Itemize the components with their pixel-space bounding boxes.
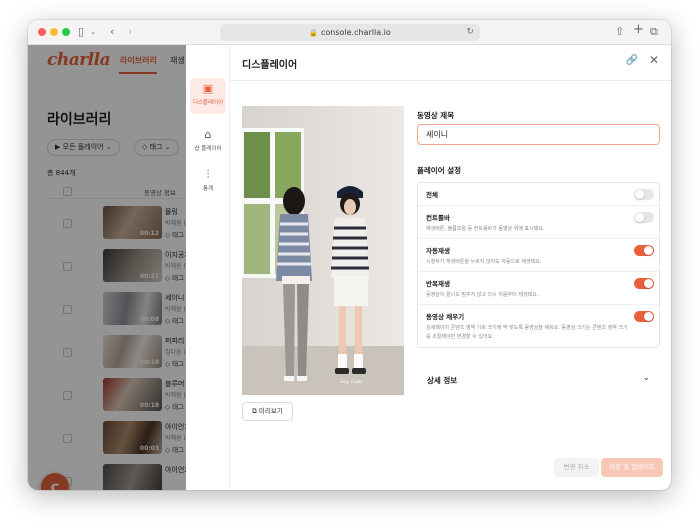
drawer-title: 디스플레이어 [242,60,298,71]
chart-icon: ⫶ [206,168,210,181]
control-bar-toggle[interactable] [634,212,654,223]
close-icon[interactable]: ✕ [649,53,659,67]
display-player-drawer: ▣ 디스플레이어 ⌂ 샵 플레이어 ⫶ 통계 디스플레이어 🔗 ✕ Say Lu… [186,45,671,490]
player-settings-box: 전체 컨트롤바 재생버튼, 볼륨조절 등 컨트롤바가 동영상 위에 표시돼요. … [417,182,661,349]
external-link-icon: ⧉ [252,407,257,415]
app-area: charlla 라이브러리 재생 라이브러리 ▶ 모든 플레이어 ⌄ ◇ 태그 … [28,45,671,490]
close-window-button[interactable] [38,28,46,36]
tabs-icon[interactable]: ⧉ [650,24,658,40]
video-caption: Say Lulu [340,379,362,385]
chevron-left-icon[interactable]: ‹ [110,24,114,40]
loop-toggle[interactable] [634,278,654,289]
share-icon[interactable]: ⇧ [615,24,624,40]
drawer-header: 디스플레이어 🔗 ✕ [230,45,671,81]
all-toggle[interactable] [634,189,654,200]
link-icon[interactable]: 🔗 [626,55,638,66]
tab-shop-player[interactable]: ⌂ 샵 플레이어 [190,124,226,160]
setting-all: 전체 [418,183,661,206]
fill-video-toggle[interactable] [634,311,654,322]
chevron-down-icon[interactable]: ⌄ [90,24,96,40]
detail-info-label: 상세 정보 [427,376,458,385]
browser-toolbar: ▯ ⌄ ‹ › 🔒 console.charlla.io ↻ ⇧ + ⧉ [28,20,671,45]
address-bar[interactable]: 🔒 console.charlla.io ↻ [220,24,480,41]
chevron-down-icon: ⌄ [642,373,650,383]
video-title-label: 동영상 제목 [417,111,455,120]
play-icon: ▣ [202,82,214,95]
video-frame-image: Say Lulu [242,106,404,395]
chevron-right-icon[interactable]: › [128,24,132,40]
video-preview[interactable]: Say Lulu [242,106,404,395]
store-icon: ⌂ [204,128,212,141]
url-text: console.charlla.io [320,28,391,37]
sidebar-icon[interactable]: ▯ [78,24,84,40]
lock-icon: 🔒 [309,29,318,37]
maximize-window-button[interactable] [62,28,70,36]
save-and-update-button[interactable]: 저장 및 업데이트 [601,458,663,477]
tab-statistics[interactable]: ⫶ 통계 [190,164,226,200]
setting-autoplay: 자동재생 시청자가 재생버튼을 누르지 않아도 자동으로 재생돼요. [418,239,661,272]
setting-fill-video: 동영상 채우기 상세페이지 콘텐츠 영역 가로 크기에 딱 맞도록 동영상을 채… [418,305,661,349]
browser-window: ▯ ⌄ ‹ › 🔒 console.charlla.io ↻ ⇧ + ⧉ char… [28,20,671,490]
reload-icon[interactable]: ↻ [466,24,474,41]
setting-loop: 반복재생 동영상이 끝나도 멈추지 않고 다시 처음부터 재생돼요. [418,272,661,305]
minimize-window-button[interactable] [50,28,58,36]
video-title-input[interactable] [417,124,660,145]
cancel-changes-button[interactable]: 변경 취소 [554,458,599,477]
setting-control-bar: 컨트롤바 재생버튼, 볼륨조절 등 컨트롤바가 동영상 위에 표시돼요. [418,206,661,239]
preview-button[interactable]: ⧉ 미리보기 [242,402,293,421]
drawer-tab-bar: ▣ 디스플레이어 ⌂ 샵 플레이어 ⫶ 통계 [186,45,230,490]
tab-display-player[interactable]: ▣ 디스플레이어 [190,78,226,114]
plus-icon[interactable]: + [633,22,644,38]
player-settings-label: 플레이어 설정 [417,166,462,175]
autoplay-toggle[interactable] [634,245,654,256]
detail-info-accordion[interactable]: 상세 정보 ⌄ [417,370,660,390]
